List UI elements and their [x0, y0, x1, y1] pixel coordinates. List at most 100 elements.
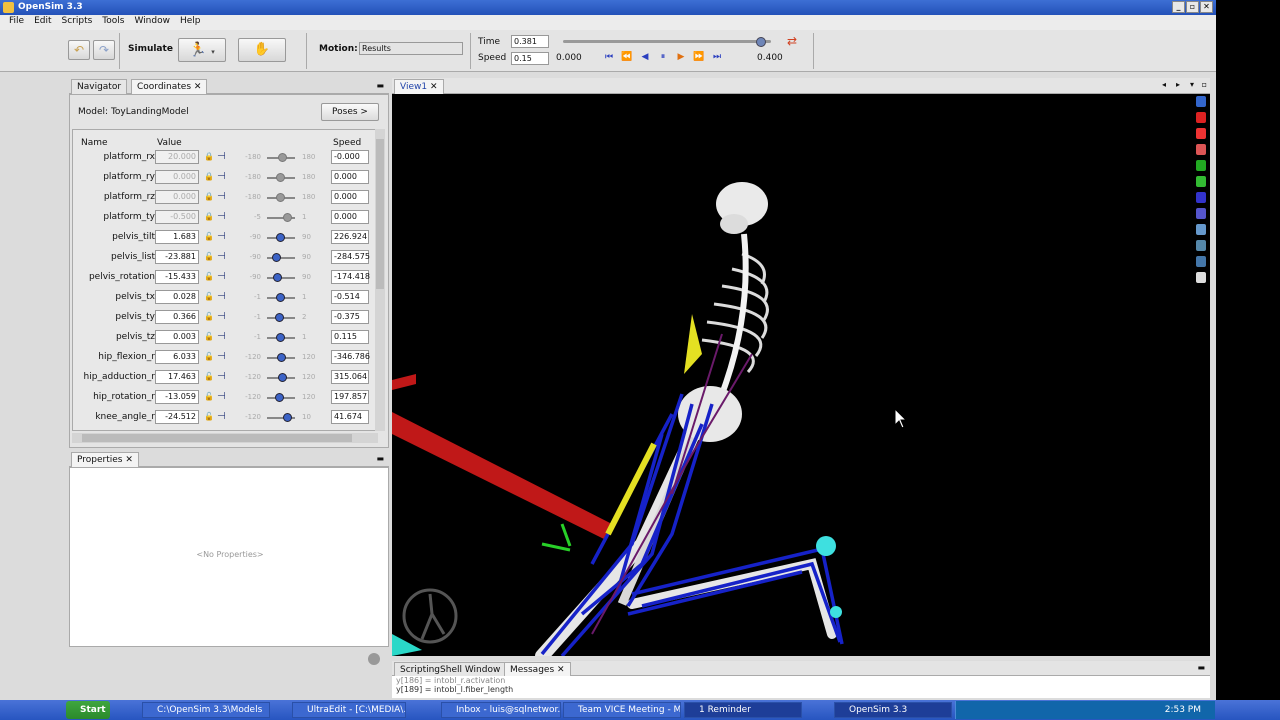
coordinate-speed-input[interactable]: 0.000 [331, 190, 369, 204]
coordinate-slider-knob[interactable] [273, 273, 282, 282]
clamp-icon[interactable]: ⊣ [217, 291, 226, 302]
minimize-panel-icon[interactable]: ▬ [376, 81, 384, 90]
coordinate-speed-input[interactable]: 197.857 [331, 390, 369, 404]
menu-tools[interactable]: Tools [97, 15, 129, 30]
time-slider-knob[interactable] [756, 37, 766, 47]
go-to-end-icon[interactable]: ⏭ [711, 52, 723, 63]
tab-scripting-shell[interactable]: ScriptingShell Window [394, 662, 507, 677]
lock-icon[interactable]: 🔒 [204, 212, 214, 221]
menu-edit[interactable]: Edit [29, 15, 56, 30]
coordinate-value-input[interactable]: -0.500 [155, 210, 199, 224]
coordinate-value-input[interactable]: 0.000 [155, 170, 199, 184]
unlock-icon[interactable]: 🔓 [204, 272, 214, 281]
run-simulation-button[interactable]: 🏃 ▾ [178, 38, 226, 62]
speed-input[interactable]: 0.15 [511, 52, 549, 65]
lock-icon[interactable]: 🔒 [204, 192, 214, 201]
motion-select[interactable]: Results [359, 42, 463, 55]
coordinate-slider-knob[interactable] [276, 233, 285, 242]
menu-file[interactable]: File [4, 15, 29, 30]
clamp-icon[interactable]: ⊣ [217, 411, 226, 422]
coordinate-value-input[interactable]: 1.683 [155, 230, 199, 244]
coordinate-slider-knob[interactable] [278, 373, 287, 382]
scroll-right-icon[interactable]: ▸ [1176, 80, 1180, 89]
unlock-icon[interactable]: 🔓 [204, 352, 214, 361]
scroll-left-icon[interactable]: ◂ [1162, 80, 1166, 89]
text-icon[interactable] [1196, 272, 1206, 283]
coordinate-value-input[interactable]: 20.000 [155, 150, 199, 164]
unlock-icon[interactable]: 🔓 [204, 312, 214, 321]
close-icon[interactable]: ✕ [430, 82, 438, 92]
clamp-icon[interactable]: ⊣ [217, 231, 226, 242]
axes-icon[interactable] [1196, 112, 1206, 123]
time-input[interactable]: 0.381 [511, 35, 549, 48]
coordinate-value-input[interactable]: -13.059 [155, 390, 199, 404]
menu-window[interactable]: Window [129, 15, 175, 30]
clamp-icon[interactable]: ⊣ [217, 311, 226, 322]
coordinate-value-input[interactable]: -24.512 [155, 410, 199, 424]
left-view-icon[interactable] [1196, 192, 1206, 203]
coordinate-slider-knob[interactable] [278, 153, 287, 162]
record-icon[interactable] [1196, 240, 1206, 251]
right-view-icon[interactable] [1196, 208, 1206, 219]
coordinate-slider-knob[interactable] [275, 313, 284, 322]
menu-help[interactable]: Help [175, 15, 206, 30]
coordinate-speed-input[interactable]: 41.674 [331, 410, 369, 424]
view-menu-icon[interactable]: ▾ [1190, 80, 1194, 89]
tab-coordinates[interactable]: Coordinates ✕ [131, 79, 208, 94]
minimize-panel-icon[interactable]: ▬ [1197, 663, 1205, 672]
maximize-view-icon[interactable]: ▫ [1202, 80, 1207, 89]
coordinate-slider-knob[interactable] [283, 213, 292, 222]
coordinate-value-input[interactable]: 17.463 [155, 370, 199, 384]
tab-messages[interactable]: Messages ✕ [504, 662, 571, 677]
close-icon[interactable]: ✕ [557, 665, 565, 675]
start-button[interactable]: Start [66, 701, 110, 719]
coordinate-slider-knob[interactable] [272, 253, 281, 262]
task-explorer[interactable]: C:\OpenSim 3.3\Models [142, 702, 270, 718]
coordinate-speed-input[interactable]: -0.375 [331, 310, 369, 324]
menu-scripts[interactable]: Scripts [57, 15, 98, 30]
clamp-icon[interactable]: ⊣ [217, 371, 226, 382]
tab-navigator[interactable]: Navigator [71, 79, 128, 94]
coordinate-value-input[interactable]: 0.003 [155, 330, 199, 344]
stop-simulation-button[interactable]: ✋ [238, 38, 286, 62]
undo-button[interactable]: ↶ [68, 40, 90, 60]
coordinate-slider-knob[interactable] [276, 333, 285, 342]
coordinate-value-input[interactable]: 0.000 [155, 190, 199, 204]
clamp-icon[interactable]: ⊣ [217, 191, 226, 202]
coordinate-slider-knob[interactable] [275, 393, 284, 402]
camera-icon[interactable] [1196, 224, 1206, 235]
step-back-icon[interactable]: ⏪ [621, 52, 633, 63]
play-reverse-icon[interactable]: ◀ [639, 52, 651, 63]
back-view-icon[interactable] [1196, 144, 1206, 155]
clamp-icon[interactable]: ⊣ [217, 391, 226, 402]
unlock-icon[interactable]: 🔓 [204, 372, 214, 381]
tab-view1[interactable]: View1 ✕ [394, 79, 444, 94]
task-opensim[interactable]: OpenSim 3.3 [834, 702, 952, 718]
minimize-panel-icon[interactable]: ▬ [376, 454, 384, 463]
unlock-icon[interactable]: 🔓 [204, 232, 214, 241]
front-view-icon[interactable] [1196, 128, 1206, 139]
clamp-icon[interactable]: ⊣ [217, 251, 226, 262]
minimize-button[interactable]: _ [1172, 1, 1185, 13]
vertical-scrollbar[interactable] [375, 129, 385, 431]
coordinate-value-input[interactable]: 0.366 [155, 310, 199, 324]
coordinate-speed-input[interactable]: 0.000 [331, 170, 369, 184]
task-meeting[interactable]: Team VICE Meeting - M... [563, 702, 681, 718]
task-reminder[interactable]: 1 Reminder [684, 702, 802, 718]
tab-properties[interactable]: Properties ✕ [71, 452, 139, 467]
coordinate-speed-input[interactable]: 0.000 [331, 210, 369, 224]
coordinate-slider-knob[interactable] [277, 353, 286, 362]
coordinate-value-input[interactable]: -15.433 [155, 270, 199, 284]
clamp-icon[interactable]: ⊣ [217, 151, 226, 162]
coordinate-speed-input[interactable]: -346.786 [331, 350, 370, 364]
poses-button[interactable]: Poses > [321, 103, 379, 121]
pause-icon[interactable]: ⏸ [657, 52, 669, 63]
coordinate-slider-knob[interactable] [276, 173, 285, 182]
lock-icon[interactable]: 🔒 [204, 172, 214, 181]
coordinate-speed-input[interactable]: -174.418 [331, 270, 370, 284]
coordinate-speed-input[interactable]: -284.575 [331, 250, 370, 264]
coordinate-speed-input[interactable]: 226.924 [331, 230, 369, 244]
clamp-icon[interactable]: ⊣ [217, 271, 226, 282]
model-3d-view[interactable] [392, 94, 1210, 656]
redo-button[interactable]: ↷ [93, 40, 115, 60]
